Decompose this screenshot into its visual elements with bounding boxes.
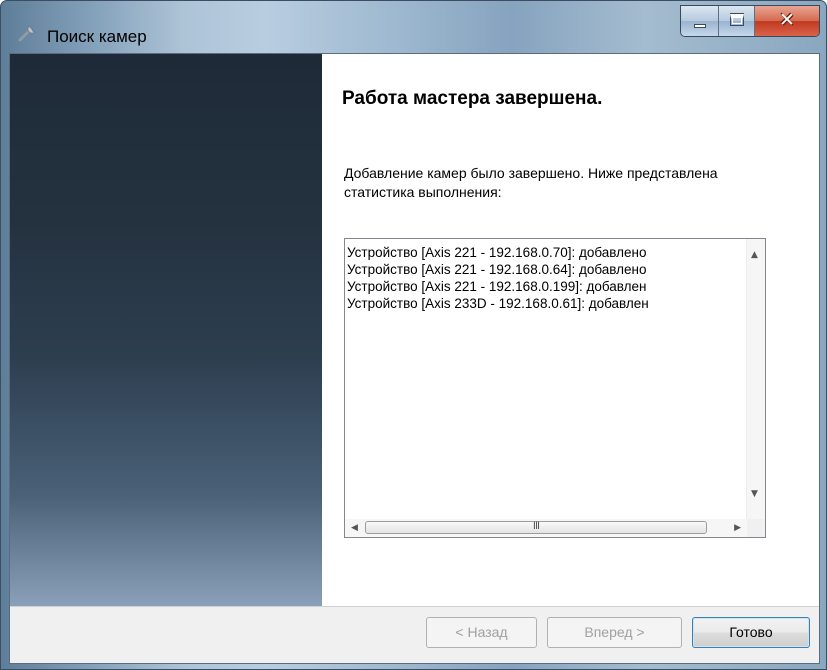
button-bar-divider [10,606,819,607]
caption-buttons: ✕ [680,5,820,37]
close-button[interactable]: ✕ [755,6,819,36]
scroll-down-icon[interactable]: ▼ [751,489,758,499]
horizontal-scrollbar[interactable]: ◀ III ▶ [345,519,747,537]
scroll-right-icon[interactable]: ▶ [734,523,741,533]
list-item: Устройство [Axis 221 - 192.168.0.70]: до… [347,245,647,260]
statistics-lines: Устройство [Axis 221 - 192.168.0.70]: до… [347,244,739,512]
window-title: Поиск камер [47,27,147,46]
maximize-icon [730,14,744,26]
vertical-scrollbar[interactable]: ▲ ▼ [746,239,765,521]
scroll-up-icon[interactable]: ▲ [751,250,758,260]
wizard-content: Работа мастера завершена. Добавление кам… [322,54,819,606]
completion-description: Добавление камер было завершено. Ниже пр… [344,165,718,200]
finish-button[interactable]: Готово [692,617,810,648]
back-button[interactable]: < Назад [426,617,537,648]
minimize-icon [694,24,706,28]
list-item: Устройство [Axis 221 - 192.168.0.199]: д… [347,279,647,294]
wizard-client-area: Работа мастера завершена. Добавление кам… [9,53,820,664]
statistics-textbox[interactable]: Устройство [Axis 221 - 192.168.0.70]: до… [344,238,766,538]
wizard-side-banner [10,54,322,606]
grip-icon: III [532,520,540,532]
horizontal-scroll-thumb[interactable]: III [365,520,707,534]
wizard-window: Поиск камер ✕ Работа мастера завершена. … [0,0,827,670]
minimize-button[interactable] [681,6,719,36]
title-bar[interactable]: Поиск камер ✕ [1,1,826,53]
list-item: Устройство [Axis 233D - 192.168.0.61]: д… [347,296,649,311]
wrench-icon [18,25,36,42]
maximize-button[interactable] [719,6,755,36]
list-item: Устройство [Axis 221 - 192.168.0.64]: до… [347,262,647,277]
scroll-left-icon[interactable]: ◀ [351,523,358,533]
close-icon: ✕ [779,9,795,31]
page-title: Работа мастера завершена. [342,88,603,109]
scrollbar-corner [747,519,765,537]
next-button[interactable]: Вперед > [547,617,682,648]
